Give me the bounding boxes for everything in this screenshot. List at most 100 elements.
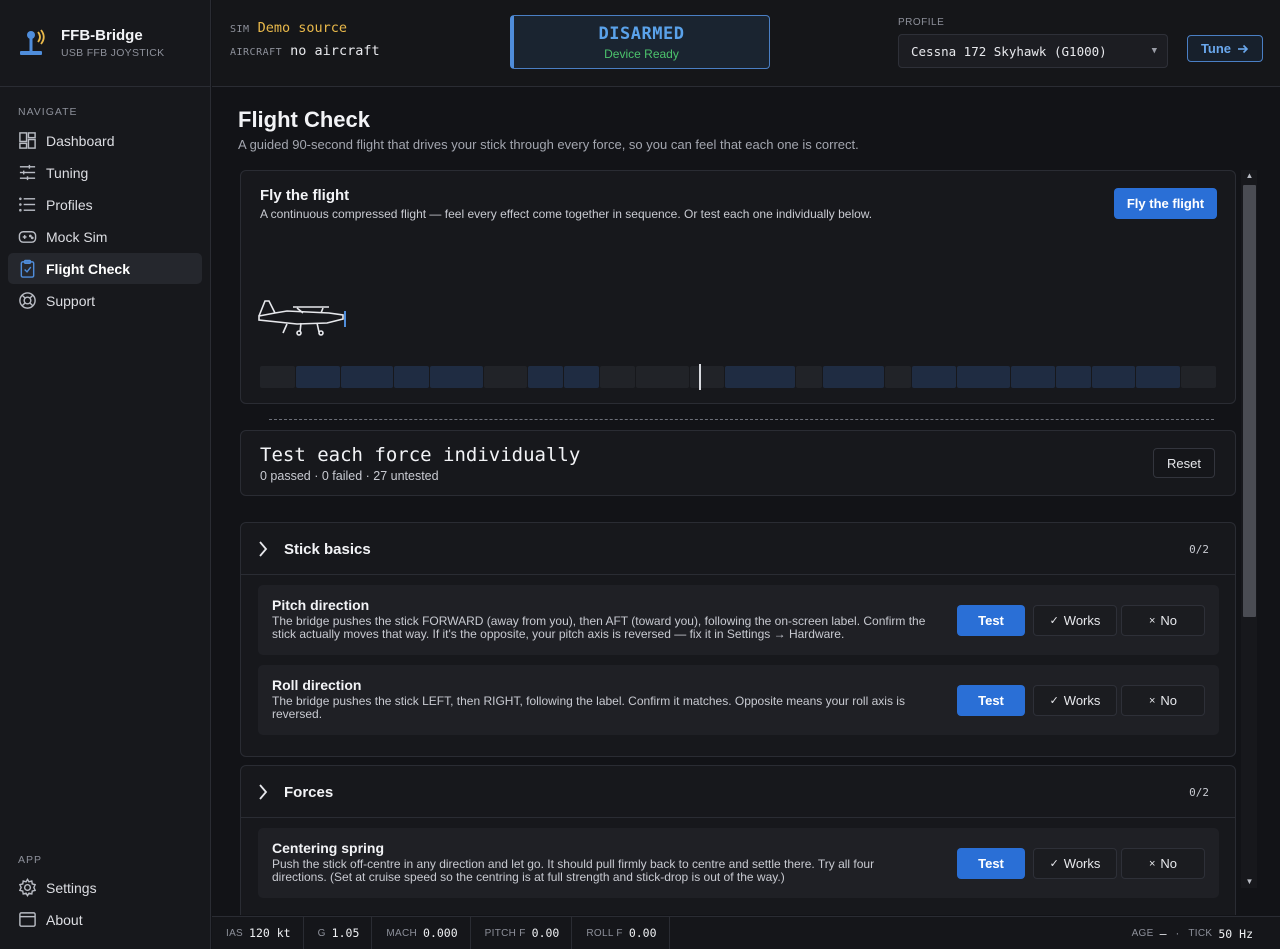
works-button[interactable]: ✓ Works <box>1033 848 1117 879</box>
profile-selected-value: Cessna 172 Skyhawk (G1000) <box>911 43 1107 59</box>
stat-value: 0.000 <box>423 926 458 940</box>
test-name: Roll direction <box>272 677 362 693</box>
no-button[interactable]: × No <box>1121 605 1205 636</box>
device-status: Device Ready <box>604 47 679 61</box>
ground-line <box>269 419 1214 420</box>
age-value: — <box>1159 926 1167 941</box>
status-right: AGE — · TICK 50 Hz <box>1132 917 1253 949</box>
stat-value: 1.05 <box>331 926 360 940</box>
arm-state: DISARMED <box>598 24 685 44</box>
timeline-segment <box>636 366 689 388</box>
timeline-segment <box>1011 366 1055 388</box>
page-subtitle: A guided 90-second flight that drives yo… <box>238 137 859 152</box>
test-individually-card: Test each force individually 0 passed · … <box>240 430 1236 496</box>
sidebar-item-label: Flight Check <box>46 260 131 277</box>
profile-label: PROFILE <box>898 17 945 28</box>
works-label: Works <box>1063 693 1101 708</box>
test-row: Roll direction The bridge pushes the sti… <box>258 665 1219 735</box>
works-button[interactable]: ✓ Works <box>1033 605 1117 636</box>
works-label: Works <box>1063 856 1101 871</box>
timeline-segment <box>690 366 724 388</box>
nav-list: Dashboard Tuning Profiles Mock Sim Fligh… <box>8 125 202 317</box>
test-button[interactable]: Test <box>957 605 1025 636</box>
group-count: 0/2 <box>1189 786 1209 799</box>
app-section-label: APP <box>18 854 43 866</box>
sidebar-item-mock-sim[interactable]: Mock Sim <box>8 221 202 252</box>
group-count: 0/2 <box>1189 543 1209 556</box>
no-label: No <box>1160 856 1178 871</box>
gamepad-icon <box>18 231 37 243</box>
joystick-logo-icon <box>20 29 45 55</box>
no-button[interactable]: × No <box>1121 848 1205 879</box>
tick-value: 50 Hz <box>1218 926 1253 941</box>
stat-value: 0.00 <box>531 926 560 940</box>
scroll-up-icon[interactable]: ▲ <box>1243 171 1256 180</box>
tune-button-label: Tune <box>1200 41 1232 56</box>
sidebar-item-settings[interactable]: Settings <box>8 872 202 903</box>
timeline-segment <box>600 366 635 388</box>
sidebar-item-tuning[interactable]: Tuning <box>8 157 202 188</box>
gear-icon <box>18 878 37 897</box>
x-icon: × <box>1148 857 1156 870</box>
sidebar-item-profiles[interactable]: Profiles <box>8 189 202 220</box>
test-button[interactable]: Test <box>957 685 1025 716</box>
stat-pitch-force: PITCH F 0.00 <box>471 916 573 949</box>
no-button[interactable]: × No <box>1121 685 1205 716</box>
test-description: The bridge pushes the stick LEFT, then R… <box>272 694 905 721</box>
brand-title: FFB-Bridge <box>61 27 143 44</box>
check-icon: ✓ <box>1049 615 1059 627</box>
scrollbar-thumb[interactable] <box>1243 185 1256 617</box>
reset-button[interactable]: Reset <box>1153 448 1215 478</box>
timeline-segment <box>484 366 527 388</box>
stat-roll-force: ROLL F 0.00 <box>572 916 670 949</box>
timeline-segment <box>1056 366 1091 388</box>
sim-label: SIM <box>230 24 250 35</box>
scroll-down-icon[interactable]: ▼ <box>1243 877 1256 886</box>
group-header[interactable]: Stick basics 0/2 <box>241 523 1235 575</box>
x-icon: × <box>1148 614 1156 627</box>
timeline-segment <box>296 366 340 388</box>
test-name: Pitch direction <box>272 597 370 613</box>
works-button[interactable]: ✓ Works <box>1033 685 1117 716</box>
separator: · <box>1175 927 1180 940</box>
sidebar-item-about[interactable]: About <box>8 904 202 935</box>
group-stick-basics: Stick basics 0/2 Pitch direction The bri… <box>240 522 1236 757</box>
sidebar-item-flight-check[interactable]: Flight Check <box>8 253 202 284</box>
tune-button[interactable]: Tune <box>1187 35 1263 62</box>
stat-ias: IAS 120 kt <box>212 916 304 949</box>
timeline-segment <box>885 366 911 388</box>
group-header[interactable]: Forces 0/2 <box>241 766 1235 818</box>
test-button[interactable]: Test <box>957 848 1025 879</box>
chevron-right-icon <box>259 541 268 557</box>
test-name: Centering spring <box>272 840 385 856</box>
chevron-down-icon: ▼ <box>1151 46 1157 56</box>
arm-status-box[interactable]: DISARMED Device Ready <box>510 15 770 69</box>
sidebar-item-label: About <box>46 911 83 928</box>
stat-value: 0.00 <box>628 926 657 940</box>
timeline-segment <box>1092 366 1135 388</box>
sidebar-item-label: Mock Sim <box>46 228 108 245</box>
sidebar-item-label: Settings <box>46 879 97 896</box>
sidebar-item-support[interactable]: Support <box>8 285 202 316</box>
timeline-segment <box>912 366 956 388</box>
sidebar-item-dashboard[interactable]: Dashboard <box>8 125 202 156</box>
x-icon: × <box>1148 694 1156 707</box>
test-description: The bridge pushes the stick FORWARD (awa… <box>272 614 926 641</box>
sidebar-item-label: Support <box>46 292 96 309</box>
fly-flight-button[interactable]: Fly the flight <box>1114 188 1217 219</box>
stat-label: IAS <box>226 927 244 939</box>
brand: FFB-Bridge USB FFB JOYSTICK <box>0 0 210 87</box>
fly-flight-card: Fly the flight A continuous compressed f… <box>240 170 1236 420</box>
no-label: No <box>1160 613 1178 628</box>
fly-flight-subtitle: A continuous compressed flight — feel ev… <box>260 207 873 221</box>
top-bar: SIM Demo source AIRCRAFT no aircraft DIS… <box>212 0 1280 87</box>
timeline-segment <box>957 366 1010 388</box>
profile-select[interactable]: Cessna 172 Skyhawk (G1000) ▼ <box>898 34 1168 68</box>
timeline-playhead[interactable] <box>699 364 701 390</box>
main-content: Flight Check A guided 90-second flight t… <box>212 88 1280 915</box>
test-row: Pitch direction The bridge pushes the st… <box>258 585 1219 655</box>
timeline-segment <box>430 366 483 388</box>
timeline-segment <box>528 366 563 388</box>
tick-label: TICK <box>1188 928 1213 939</box>
flight-timeline[interactable] <box>260 364 1216 390</box>
